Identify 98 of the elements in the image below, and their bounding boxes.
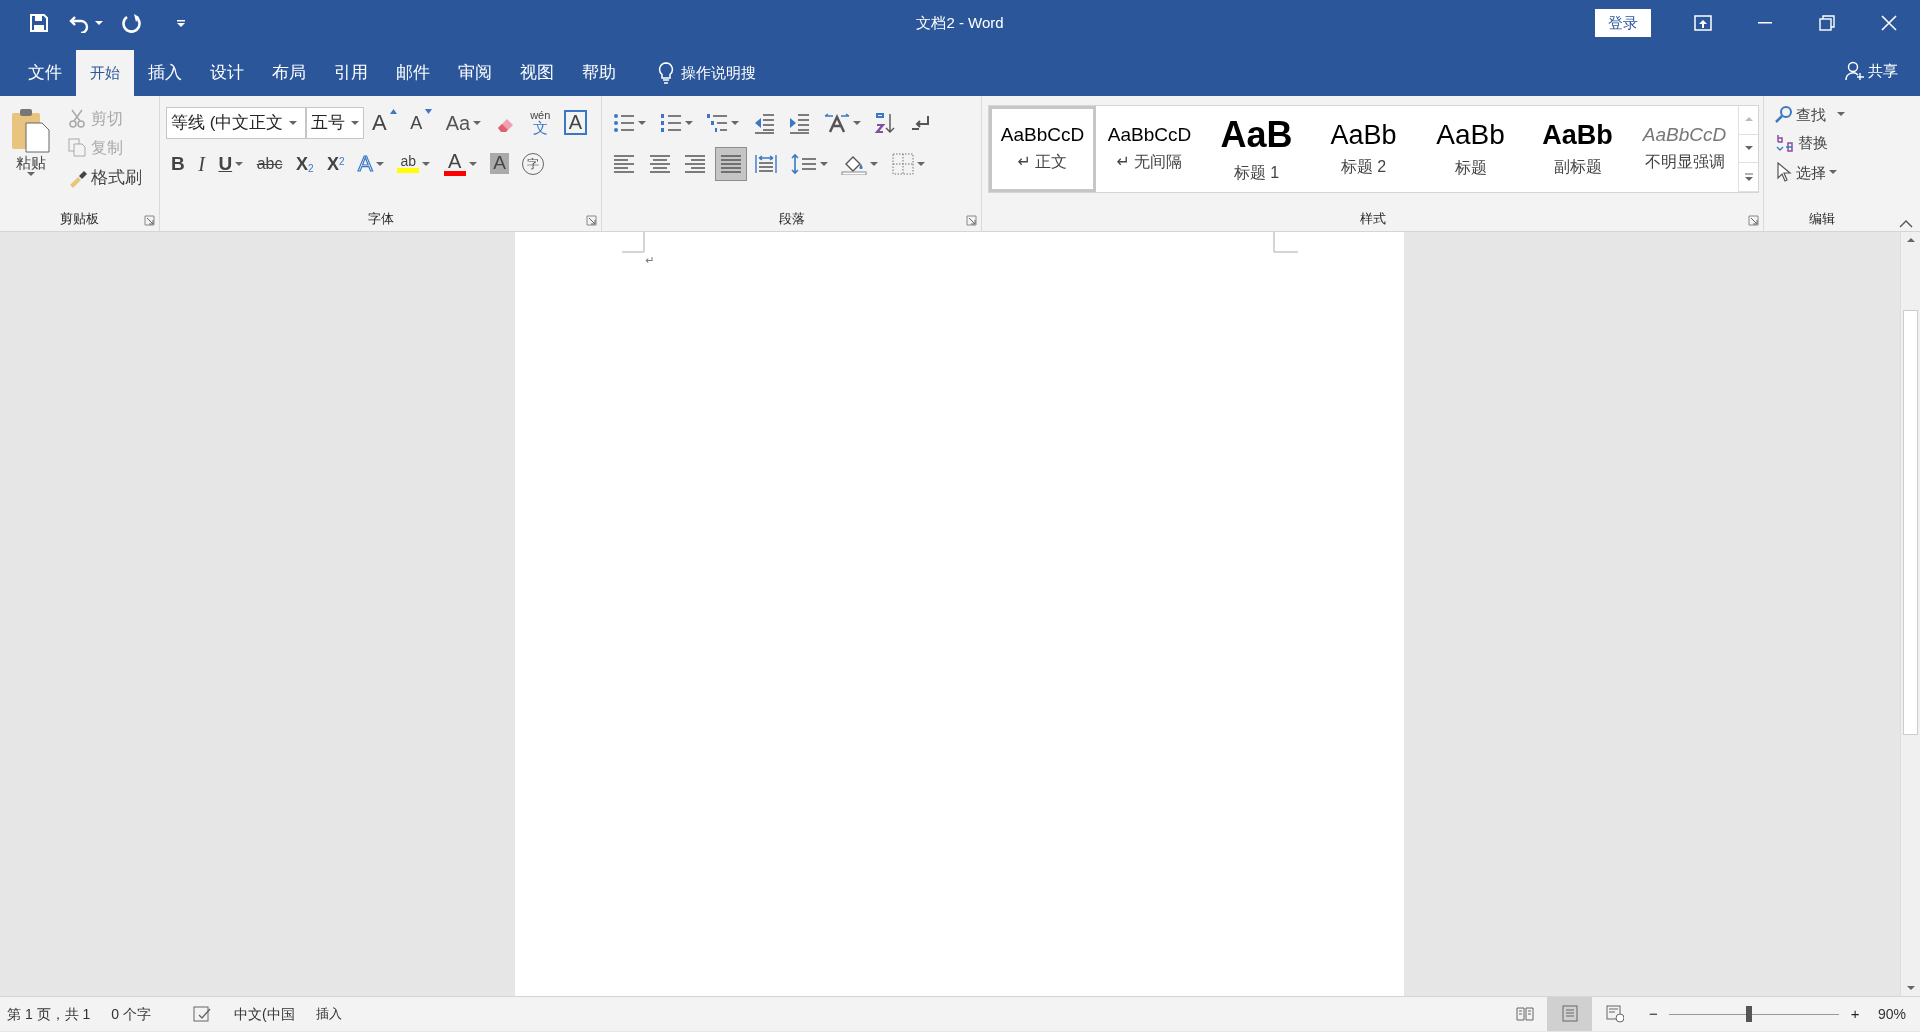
line-spacing-icon — [790, 152, 817, 175]
shrink-button[interactable]: A — [405, 105, 438, 140]
group-label: 剪贴板 — [60, 210, 99, 228]
find-button[interactable]: 查找 — [1770, 102, 1873, 126]
dialog-launcher-icon[interactable] — [586, 215, 597, 226]
sort-icon — [874, 111, 896, 134]
ribbon-tab[interactable]: 布局 — [258, 50, 320, 96]
style-gallery-item[interactable]: AaBbCcD ↵ 正文 — [989, 106, 1096, 192]
replace-icon — [1775, 132, 1795, 153]
caret-icon — [175, 18, 186, 28]
highlight-button[interactable]: ab — [392, 146, 436, 181]
copy-icon — [68, 138, 88, 158]
print-layout-button[interactable] — [1547, 997, 1593, 1031]
character-spacing-icon — [823, 111, 850, 134]
triangle-icon — [425, 108, 433, 114]
numbering-icon — [659, 111, 682, 134]
window-title: 文档2 - Word — [916, 12, 1004, 33]
clipboard-icon — [11, 107, 51, 153]
redo-icon — [122, 13, 142, 33]
scissors-icon — [68, 108, 88, 129]
ribbon-tab[interactable]: 视图 — [506, 50, 568, 96]
align-right-icon — [684, 152, 706, 175]
italic-button[interactable]: I — [193, 146, 210, 181]
triangle-icon — [389, 108, 397, 114]
search-icon — [1775, 105, 1793, 123]
align-left-icon — [613, 152, 635, 175]
ribbon-tab[interactable]: 文件 — [14, 50, 76, 96]
strike-button[interactable]: abc — [251, 146, 288, 181]
dialog-launcher-icon[interactable] — [144, 215, 155, 226]
proofing-icon[interactable] — [192, 1006, 213, 1022]
borders-icon — [891, 152, 914, 175]
lightbulb-icon — [658, 62, 674, 84]
justify-icon — [719, 152, 742, 175]
group-label: 字体 — [367, 210, 394, 228]
paragraph-mark: ↵ — [645, 253, 655, 268]
group-label: 编辑 — [1808, 210, 1835, 228]
crop-mark-icon — [1271, 232, 1298, 254]
ribbon-tab[interactable]: 引用 — [320, 50, 382, 96]
zoom-slider-thumb[interactable] — [1746, 1006, 1753, 1022]
more-icon — [1743, 172, 1754, 182]
ribbon-display-icon — [1694, 14, 1712, 32]
select-button[interactable]: 选择 — [1770, 159, 1873, 185]
zoom-in-button[interactable]: + — [1846, 1001, 1864, 1027]
font-size-combo[interactable]: 五号 — [305, 106, 364, 139]
crop-mark-icon — [621, 232, 646, 254]
format-painter-button[interactable]: 格式刷 — [63, 164, 147, 191]
replace-button[interactable]: 替换 — [1770, 129, 1873, 156]
language-status[interactable]: 中文(中国 — [233, 1003, 295, 1025]
phonetic-button[interactable]: wén 文 — [525, 105, 556, 140]
dialog-launcher-icon[interactable] — [1748, 215, 1759, 226]
zoom-percent[interactable]: 90% — [1877, 1003, 1906, 1025]
globe-page-icon — [1605, 1005, 1624, 1023]
share-button[interactable]: 共享 — [1836, 59, 1906, 83]
page-icon — [1560, 1005, 1579, 1023]
grow-button[interactable]: A — [367, 105, 402, 140]
underline-button[interactable]: U — [213, 146, 249, 181]
tell-me-search[interactable]: 操作说明搜 — [681, 61, 756, 85]
person-add-icon — [1844, 61, 1865, 81]
sign-in-button[interactable]: 登录 — [1595, 8, 1651, 38]
multilevel-list-icon — [706, 111, 728, 134]
cursor-icon — [1775, 162, 1793, 182]
enclose-button[interactable]: 字 — [517, 146, 550, 181]
minimize-icon — [1758, 22, 1772, 24]
decrease-indent-icon — [752, 111, 775, 134]
caret-icon — [1743, 144, 1754, 153]
case-button[interactable]: Aa — [440, 105, 487, 140]
book-icon — [1515, 1005, 1534, 1023]
ribbon-tab[interactable]: 审阅 — [444, 50, 506, 96]
save-icon — [29, 13, 49, 33]
restore-icon — [1818, 14, 1836, 32]
group-label: 段落 — [778, 210, 805, 228]
ribbon-tab[interactable]: 邮件 — [382, 50, 444, 96]
align-center-icon — [648, 152, 671, 175]
ribbon-tab[interactable]: 开始 — [76, 50, 134, 96]
ribbon-tab[interactable]: 设计 — [196, 50, 258, 96]
page-count[interactable]: 第 1 页，共 1 — [7, 1003, 91, 1025]
word-count[interactable]: 0 个字 — [111, 1003, 151, 1025]
font-name-combo[interactable]: 等线 (中文正文 — [166, 106, 306, 139]
justify-button[interactable] — [714, 146, 747, 181]
close-icon — [1880, 14, 1898, 32]
dialog-launcher-icon[interactable] — [966, 215, 977, 226]
color-button[interactable]: A — [438, 146, 482, 181]
scrollbar-thumb[interactable] — [1903, 310, 1918, 735]
group-label: 样式 — [1359, 210, 1386, 228]
input-mode-status[interactable]: 插入 — [315, 1004, 342, 1024]
undo-icon — [68, 13, 91, 33]
shading-button[interactable]: A — [485, 146, 514, 181]
ribbon-tab[interactable]: 帮助 — [568, 50, 630, 96]
subscript-button[interactable]: X$_{2}$ — [290, 146, 319, 181]
distributed-icon — [755, 152, 777, 175]
bullets-icon — [613, 111, 635, 134]
increase-indent-icon — [788, 111, 810, 134]
ribbon-tab[interactable]: 插入 — [134, 50, 196, 96]
superscript-button[interactable]: X$^{2}$ — [322, 146, 350, 181]
bold-button[interactable]: B — [166, 146, 190, 181]
paste-button[interactable]: 粘贴 — [6, 102, 56, 207]
collapse-ribbon-icon[interactable] — [1899, 218, 1913, 228]
zoom-out-button[interactable]: − — [1644, 1001, 1663, 1027]
